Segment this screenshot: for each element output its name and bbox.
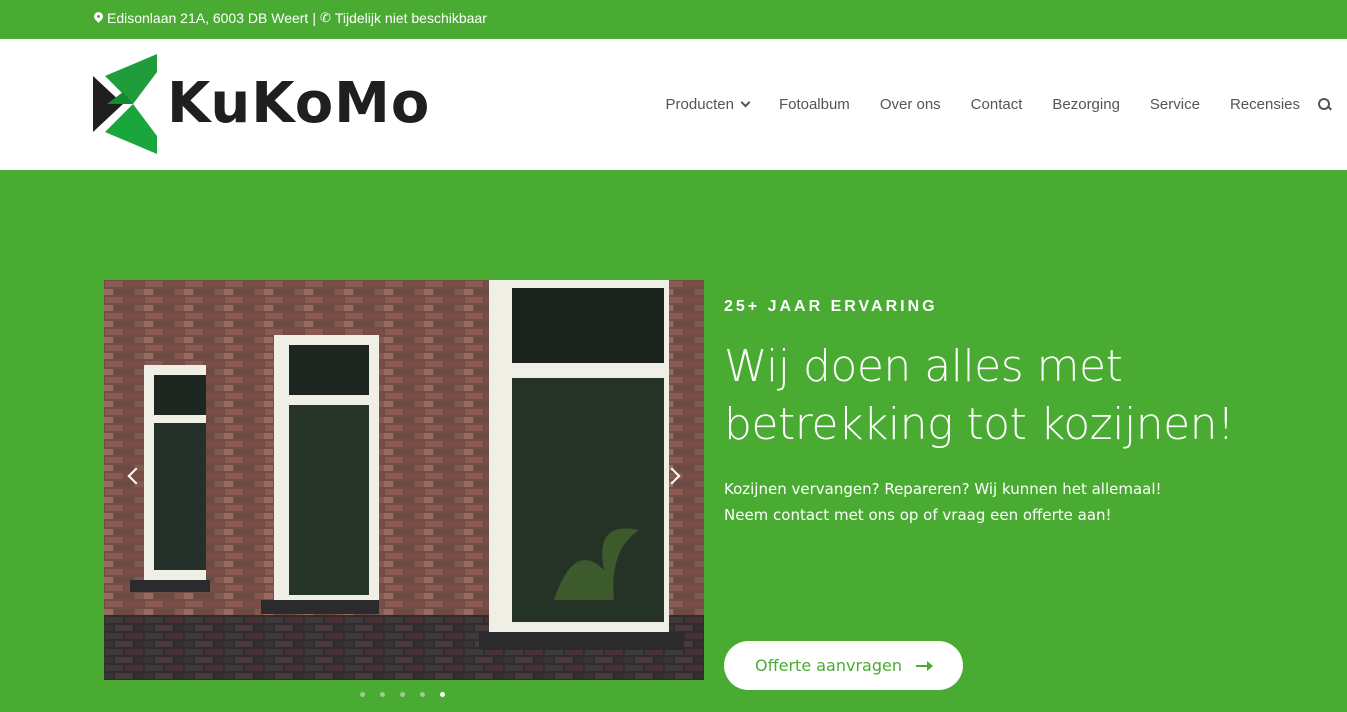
address-text: Edisonlaan 21A, 6003 DB Weert (107, 10, 309, 26)
search-icon[interactable] (1317, 97, 1333, 113)
top-info-content: Edisonlaan 21A, 6003 DB Weert | ✆ Tijdel… (92, 10, 487, 26)
site-header: KuKoMo Producten Fotoalbum Over ons Cont… (0, 39, 1347, 170)
nav-item-fotoalbum[interactable]: Fotoalbum (764, 96, 865, 113)
top-info-bar: Edisonlaan 21A, 6003 DB Weert | ✆ Tijdel… (0, 0, 1347, 39)
site-logo[interactable]: KuKoMo (93, 54, 443, 154)
logo-text: KuKoMo (167, 71, 431, 136)
slider-dot[interactable] (380, 692, 385, 697)
nav-item-contact[interactable]: Contact (956, 96, 1038, 113)
hero-section: 25+ JAAR ERVARING Wij doen alles met bet… (0, 170, 1347, 712)
phone-icon: ✆ (319, 10, 331, 26)
image-slider[interactable] (104, 280, 704, 680)
hero-subtext-line: Neem contact met ons op of vraag een off… (724, 506, 1112, 524)
nav-item-service[interactable]: Service (1135, 96, 1215, 113)
hero-subtext-line: Kozijnen vervangen? Repareren? Wij kunne… (724, 480, 1162, 498)
slider-dot[interactable] (360, 692, 365, 697)
hero-headline: Wij doen alles met betrekking tot kozijn… (724, 341, 1235, 450)
slider-dot[interactable] (420, 692, 425, 697)
map-marker-icon (92, 10, 105, 25)
main-navigation: Producten Fotoalbum Over ons Contact Bez… (651, 39, 1347, 170)
arrow-right-icon (915, 660, 933, 671)
slide-image-windows (104, 280, 704, 680)
cta-label: Offerte aanvragen (755, 656, 902, 675)
separator: | (312, 10, 316, 26)
nav-item-over-ons[interactable]: Over ons (865, 96, 956, 113)
slider-dot[interactable] (400, 692, 405, 697)
hero-subtext: Kozijnen vervangen? Repareren? Wij kunne… (724, 476, 1244, 528)
chevron-down-icon (740, 97, 751, 108)
request-quote-button[interactable]: Offerte aanvragen (724, 641, 963, 690)
hero-eyebrow: 25+ JAAR ERVARING (724, 298, 938, 315)
nav-item-producten[interactable]: Producten (651, 96, 764, 113)
phone-text: Tijdelijk niet beschikbaar (334, 10, 487, 26)
slider-dot-active[interactable] (440, 692, 445, 697)
logo-mark-icon (93, 54, 157, 154)
slider-pagination (360, 692, 445, 697)
nav-label: Producten (665, 96, 734, 113)
nav-item-bezorging[interactable]: Bezorging (1037, 96, 1135, 113)
nav-item-recensies[interactable]: Recensies (1215, 96, 1315, 113)
